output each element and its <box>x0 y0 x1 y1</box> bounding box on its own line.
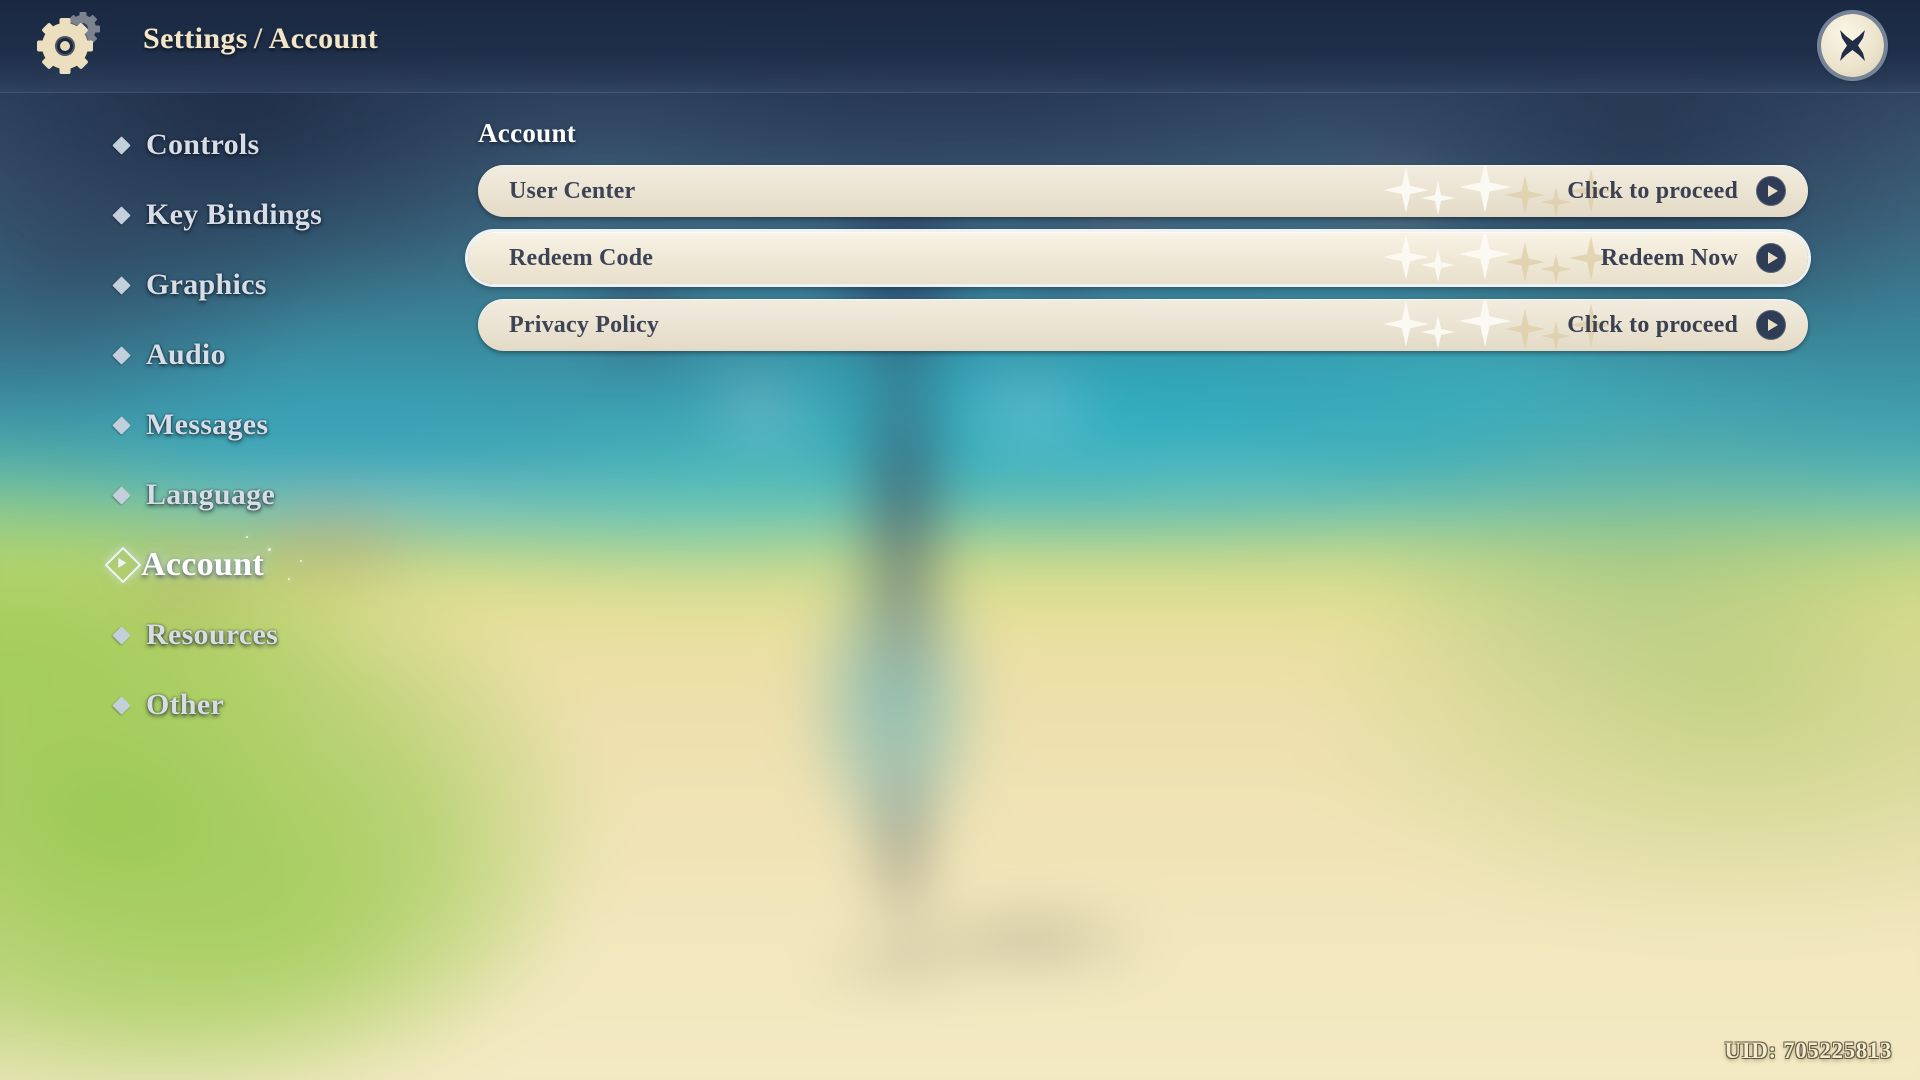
sparkle-accent-icon <box>288 578 290 580</box>
four-point-star-icon <box>1421 315 1455 349</box>
diamond-bullet-icon <box>112 205 131 225</box>
sidebar-item-audio[interactable]: Audio <box>0 320 400 390</box>
sidebar-item-label: Account <box>141 546 264 583</box>
four-point-star-icon <box>1505 309 1545 349</box>
four-point-star-icon <box>1421 181 1455 215</box>
sidebar-item-label: Graphics <box>146 268 267 301</box>
account-row-action-label: Click to proceed <box>1567 177 1738 204</box>
gear-icon <box>36 11 108 79</box>
breadcrumb-root: Settings <box>143 22 248 55</box>
diamond-bullet-icon <box>112 135 131 155</box>
sidebar-item-label: Language <box>146 478 276 511</box>
gear-tooth <box>59 63 71 74</box>
sidebar-item-label: Resources <box>146 618 279 651</box>
chevron-right-circle-icon[interactable] <box>1756 310 1786 340</box>
sidebar-item-label: Controls <box>146 128 260 161</box>
gear-tooth <box>92 25 100 32</box>
account-row-label: Privacy Policy <box>509 311 660 338</box>
uid-label: UID: 705225813 <box>1724 1038 1892 1063</box>
sidebar-item-graphics[interactable]: Graphics <box>0 250 400 320</box>
account-row-action-label: Redeem Now <box>1600 244 1738 271</box>
four-point-star-icon <box>1383 167 1429 213</box>
account-row-user-center[interactable]: User Center Click to proceed <box>478 165 1808 217</box>
gear-tooth <box>79 11 86 19</box>
four-point-star-icon <box>1459 232 1511 280</box>
four-point-star-icon <box>1505 175 1545 215</box>
sidebar-item-key-bindings[interactable]: Key Bindings <box>0 180 400 250</box>
diamond-selected-icon <box>104 546 142 584</box>
account-row-privacy-policy[interactable]: Privacy Policy Click to proceed <box>478 299 1808 351</box>
sparkle-decoration <box>1373 232 1633 284</box>
gear-tooth <box>37 40 48 52</box>
diamond-bullet-icon <box>112 485 131 505</box>
settings-header-bar: Settings / Account <box>0 0 1920 92</box>
sidebar-item-other[interactable]: Other <box>0 670 400 740</box>
diamond-bullet-icon <box>112 415 131 435</box>
page-title: Account <box>478 118 577 148</box>
sidebar-item-account[interactable]: Account <box>0 530 400 600</box>
genshin-settings-screen: Settings / Account Controls Key Bindings Gra… <box>0 0 1920 1080</box>
sparkle-accent-icon <box>268 548 271 551</box>
sidebar-item-resources[interactable]: Resources <box>0 600 400 670</box>
four-point-star-icon <box>1459 165 1511 213</box>
diamond-bullet-icon <box>112 345 131 365</box>
account-row-action-label: Click to proceed <box>1567 311 1738 338</box>
breadcrumb-separator: / <box>253 22 263 55</box>
chevron-right-circle-icon[interactable] <box>1756 176 1786 206</box>
sidebar-item-messages[interactable]: Messages <box>0 390 400 460</box>
breadcrumb: Settings / Account <box>143 22 378 56</box>
four-point-star-icon <box>1383 301 1429 347</box>
diamond-bullet-icon <box>112 695 131 715</box>
sidebar-item-label: Messages <box>146 408 269 441</box>
sidebar-item-label: Other <box>146 688 225 721</box>
gear-tooth <box>82 40 93 52</box>
settings-sidebar: Controls Key Bindings Graphics Audio Message… <box>0 110 400 740</box>
four-point-star-icon <box>1421 248 1455 282</box>
gear-tooth <box>59 18 71 29</box>
sidebar-item-label: Audio <box>146 338 226 371</box>
sparkle-accent-icon <box>246 536 248 538</box>
four-point-star-icon <box>1541 254 1571 284</box>
account-row-list: User Center Click to proceed Redeem Code Re… <box>468 165 1808 351</box>
account-row-redeem-code[interactable]: Redeem Code Redeem Now <box>468 232 1808 284</box>
four-point-star-icon <box>1459 299 1511 347</box>
close-icon <box>1840 30 1865 61</box>
close-button[interactable] <box>1821 14 1884 77</box>
breadcrumb-current: Account <box>268 22 379 55</box>
sidebar-item-label: Key Bindings <box>146 198 323 231</box>
sidebar-item-language[interactable]: Language <box>0 460 400 530</box>
chevron-right-circle-icon[interactable] <box>1756 243 1786 273</box>
account-row-label: Redeem Code <box>509 244 654 271</box>
four-point-star-icon <box>1383 234 1429 280</box>
diamond-bullet-icon <box>112 275 131 295</box>
diamond-bullet-icon <box>112 625 131 645</box>
sidebar-item-controls[interactable]: Controls <box>0 110 400 180</box>
sparkle-accent-icon <box>300 560 302 562</box>
four-point-star-icon <box>1505 242 1545 282</box>
account-panel: Account User Center Click to proceed Redee… <box>468 118 1808 366</box>
account-row-label: User Center <box>509 177 636 204</box>
